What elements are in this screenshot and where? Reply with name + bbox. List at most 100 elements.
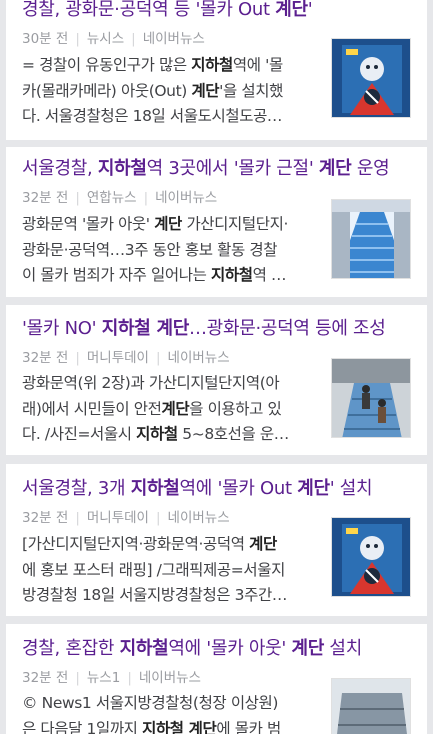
highlight-keyword: 계단 (249, 535, 277, 553)
snippet-text: 광화문역 '몰카 아웃' (22, 215, 154, 233)
highlight-keyword: 계단 (275, 0, 308, 20)
snippet-text: 역에 '몰 (233, 56, 283, 74)
title-text: 경찰, 광화문·공덕역 등 '몰카 Out (22, 0, 275, 20)
snippet-line: 래)에서 시민들이 안전계단을 이용하고 있 (22, 397, 312, 423)
title-text: '몰카 NO' (22, 318, 102, 339)
highlight-keyword: 지하철 (136, 425, 178, 443)
stairs-photo-icon (332, 200, 411, 279)
highlight-keyword: 계단 (297, 478, 330, 499)
snippet-line: 광화문역(위 2장)과 가산디지털단지역(아 (22, 371, 312, 397)
news-snippet[interactable]: [가산디지털단지역·광화문역·공덕역 계단에 홍보 포스터 래핑] /그래픽제공… (22, 532, 312, 609)
snippet-line: 이 몰카 범죄가 자주 일어나는 지하철역 … (22, 263, 312, 289)
news-source[interactable]: 뉴스1 (87, 670, 120, 686)
news-meta: 32분 전|뉴스1|네이버뉴스 (22, 669, 201, 687)
highlight-keyword: 계단 (319, 158, 352, 179)
snippet-text: 다. /사진=서울시 (22, 425, 136, 443)
snippet-text: 역 … (253, 266, 287, 284)
news-thumbnail[interactable] (331, 678, 411, 734)
news-source[interactable]: 연합뉴스 (87, 190, 137, 206)
news-time: 32분 전 (22, 190, 68, 206)
news-card[interactable]: 경찰, 광화문·공덕역 등 '몰카 Out 계단' 30분 전|뉴시스|네이버뉴… (6, 0, 427, 140)
snippet-text: 방경찰청 18일 서울지방경찰청은 3주간… (22, 586, 287, 604)
snippet-text: 에 홍보 포스터 래핑] /그래픽제공=서울지 (22, 561, 285, 579)
snippet-text: 5~8호선을 운… (178, 425, 289, 443)
news-meta: 32분 전|머니투데이|네이버뉴스 (22, 509, 230, 527)
title-text: 서울경찰, (22, 158, 98, 179)
news-thumbnail[interactable] (331, 199, 411, 279)
snippet-text: 래)에서 시민들이 안전 (22, 400, 161, 418)
news-card[interactable]: 경찰, 혼잡한 지하철역에 '몰카 아웃' 계단 설치 32분 전|뉴스1|네이… (6, 624, 427, 734)
news-source[interactable]: 머니투데이 (87, 350, 149, 366)
title-text: 서울경찰, 3개 (22, 478, 131, 499)
snippet-text: 을 이용하고 있 (189, 400, 281, 418)
news-title[interactable]: 경찰, 혼잡한 지하철역에 '몰카 아웃' 계단 설치 (22, 637, 417, 661)
snippet-text: 광화문역(위 2장)과 가산디지털단지역(아 (22, 374, 279, 392)
snippet-line: 광화문역 '몰카 아웃' 계단 가산디지털단지· (22, 212, 312, 238)
news-portal-link[interactable]: 네이버뉴스 (139, 670, 201, 686)
news-thumbnail[interactable] (331, 517, 411, 597)
news-meta: 32분 전|머니투데이|네이버뉴스 (22, 349, 230, 367)
snippet-text: © News1 서울지방경찰청(청장 이상원) (22, 694, 278, 712)
news-snippet[interactable]: 광화문역(위 2장)과 가산디지털단지역(아래)에서 시민들이 안전계단을 이용… (22, 371, 312, 448)
news-card[interactable]: 서울경찰, 3개 지하철역에 '몰카 Out 계단' 설치 32분 전|머니투데… (6, 464, 427, 616)
news-snippet[interactable]: = 경찰이 유동인구가 많은 지하철역에 '몰카(몰래카메라) 아웃(Out) … (22, 53, 312, 130)
news-title[interactable]: 경찰, 광화문·공덕역 등 '몰카 Out 계단' (22, 0, 417, 22)
title-text: 운영 (351, 158, 389, 179)
snippet-line: 다. 서울경찰청은 18일 서울도시철도공… (22, 104, 312, 130)
snippet-text: 카(몰래카메라) 아웃(Out) (22, 82, 191, 100)
highlight-keyword: 지하철 (98, 158, 147, 179)
title-text: 역에 '몰카 Out (180, 478, 298, 499)
news-time: 32분 전 (22, 510, 68, 526)
snippet-line: 방경찰청 18일 서울지방경찰청은 3주간… (22, 583, 312, 609)
title-text: …광화문·공덕역 등에 조성 (189, 318, 386, 339)
snippet-line: 광화문·공덕역…3주 동안 홍보 활동 경찰 (22, 238, 312, 264)
snippet-line: [가산디지털단지역·광화문역·공덕역 계단 (22, 532, 312, 558)
highlight-keyword: 계단 (154, 215, 182, 233)
highlight-keyword: 계단 (191, 82, 219, 100)
highlight-keyword: 지하철 (191, 56, 233, 74)
news-title[interactable]: '몰카 NO' 지하철 계단…광화문·공덕역 등에 조성 (22, 317, 417, 341)
news-source[interactable]: 머니투데이 (87, 510, 149, 526)
news-snippet[interactable]: 광화문역 '몰카 아웃' 계단 가산디지털단지· 광화문·공덕역…3주 동안 홍보… (22, 212, 312, 289)
title-text: 설치 (324, 638, 362, 659)
title-text: ' 설치 (330, 478, 373, 499)
title-text: ' (308, 0, 313, 20)
news-title[interactable]: 서울경찰, 3개 지하철역에 '몰카 Out 계단' 설치 (22, 477, 417, 501)
news-card[interactable]: '몰카 NO' 지하철 계단…광화문·공덕역 등에 조성 32분 전|머니투데이… (6, 305, 427, 455)
news-time: 32분 전 (22, 670, 68, 686)
snippet-line: © News1 서울지방경찰청(청장 이상원) (22, 691, 312, 717)
news-portal-link[interactable]: 네이버뉴스 (143, 31, 205, 47)
title-text: 역에 '몰카 아웃' (168, 638, 291, 659)
news-meta: 30분 전|뉴시스|네이버뉴스 (22, 30, 205, 48)
highlight-keyword: 계단 (291, 638, 324, 659)
snippet-text: = 경찰이 유동인구가 많은 (22, 56, 191, 74)
snippet-line: 은 다음달 1일까지 지하철 계단에 몰카 범 (22, 717, 312, 734)
snippet-line: 에 홍보 포스터 래핑] /그래픽제공=서울지 (22, 558, 312, 584)
news-portal-link[interactable]: 네이버뉴스 (168, 510, 230, 526)
news-meta: 32분 전|연합뉴스|네이버뉴스 (22, 189, 217, 207)
stairs-photo-icon (332, 679, 411, 734)
news-card[interactable]: 서울경찰, 지하철역 3곳에서 '몰카 근절' 계단 운영 32분 전|연합뉴스… (6, 147, 427, 297)
snippet-line: = 경찰이 유동인구가 많은 지하철역에 '몰 (22, 53, 312, 79)
news-title[interactable]: 서울경찰, 지하철역 3곳에서 '몰카 근절' 계단 운영 (22, 157, 417, 181)
news-thumbnail[interactable] (331, 358, 411, 438)
stairs-people-icon (332, 359, 411, 438)
snippet-text: 광화문·공덕역…3주 동안 홍보 활동 경찰 (22, 241, 277, 259)
news-portal-link[interactable]: 네이버뉴스 (155, 190, 217, 206)
news-source[interactable]: 뉴시스 (87, 31, 124, 47)
highlight-keyword: 계단 (161, 400, 189, 418)
snippet-text: 다. 서울경찰청은 18일 서울도시철도공… (22, 107, 282, 125)
snippet-text: 가산디지털단지· (182, 215, 288, 233)
poster-icon (332, 518, 411, 597)
snippet-text: [가산디지털단지역·광화문역·공덕역 (22, 535, 249, 553)
news-snippet[interactable]: © News1 서울지방경찰청(청장 이상원) 은 다음달 1일까지 지하철 계단… (22, 691, 312, 734)
news-time: 30분 전 (22, 31, 68, 47)
highlight-keyword: 지하철 계단 (102, 318, 189, 339)
snippet-text: '을 설치했 (219, 82, 283, 100)
snippet-text: 이 몰카 범죄가 자주 일어나는 (22, 266, 211, 284)
news-time: 32분 전 (22, 350, 68, 366)
news-thumbnail[interactable] (331, 38, 411, 118)
snippet-line: 다. /사진=서울시 지하철 5~8호선을 운… (22, 422, 312, 448)
news-portal-link[interactable]: 네이버뉴스 (168, 350, 230, 366)
highlight-keyword: 지하철 (211, 266, 253, 284)
